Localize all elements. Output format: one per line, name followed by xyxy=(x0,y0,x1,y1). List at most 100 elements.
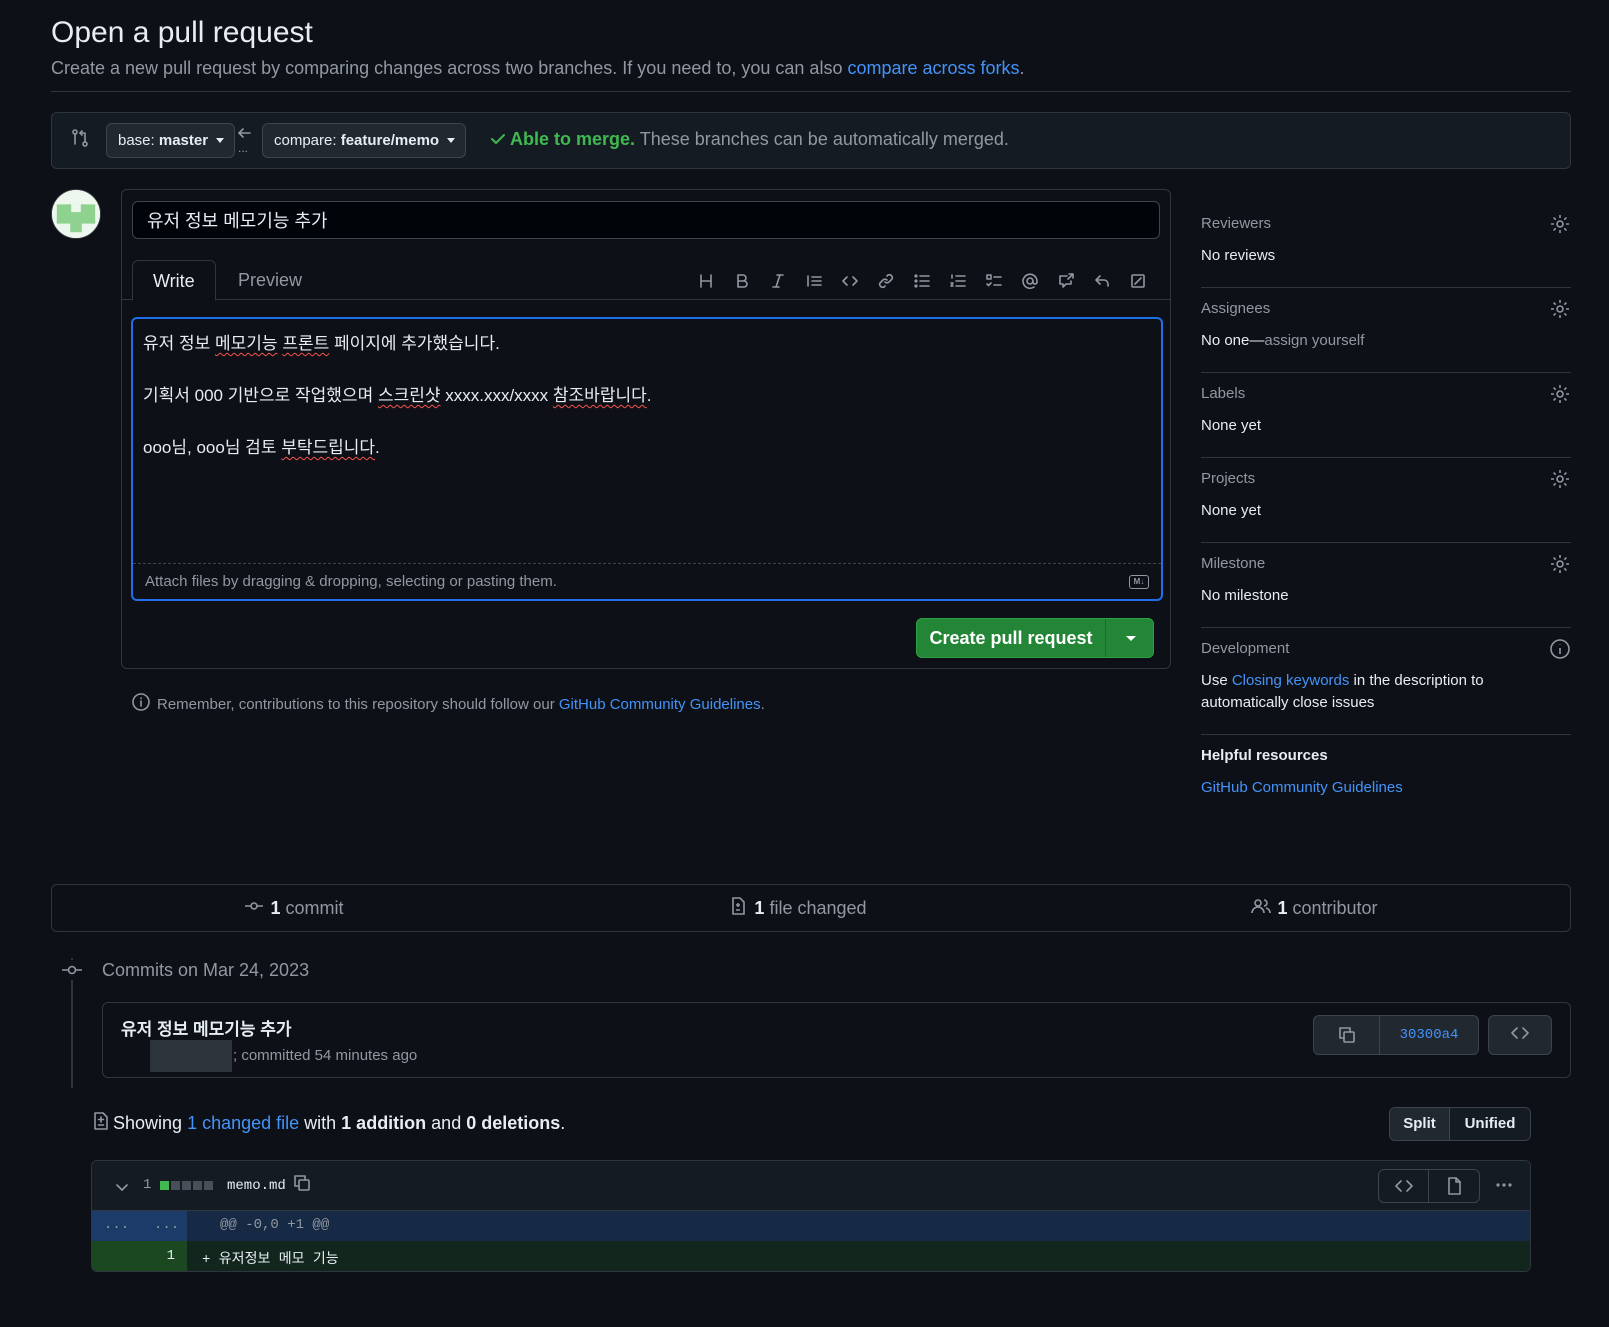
header-divider xyxy=(51,91,1571,92)
gear-icon[interactable] xyxy=(1549,213,1571,235)
reviewers-heading[interactable]: Reviewers xyxy=(1201,213,1571,235)
check-icon xyxy=(490,131,506,152)
chevron-down-icon[interactable] xyxy=(112,1177,132,1201)
development-text: Use xyxy=(1201,672,1232,689)
italic-icon[interactable] xyxy=(760,268,796,294)
contributors-stat[interactable]: 1 contributor xyxy=(1251,896,1378,921)
ordered-list-icon[interactable] xyxy=(940,268,976,294)
git-commit-icon xyxy=(244,896,264,921)
development-value: Use Closing keywords in the description … xyxy=(1201,670,1501,714)
link-icon[interactable] xyxy=(868,268,904,294)
copy-icon[interactable] xyxy=(1314,1016,1380,1054)
milestone-value: No milestone xyxy=(1201,587,1289,604)
compare-across-forks-link[interactable]: compare across forks xyxy=(847,58,1019,78)
deletions-count: 0 deletions xyxy=(466,1113,561,1133)
info-icon[interactable] xyxy=(1549,638,1571,660)
file-diff-icon xyxy=(728,896,748,921)
community-guidelines-link[interactable]: GitHub Community Guidelines xyxy=(559,696,761,713)
split-view-button[interactable]: Split xyxy=(1390,1108,1450,1140)
files-label: file changed xyxy=(764,897,867,918)
unified-view-button[interactable]: Unified xyxy=(1450,1108,1530,1140)
spellcheck-word: 메모기능 xyxy=(215,334,278,353)
changed-file-link[interactable]: 1 changed file xyxy=(187,1113,299,1133)
closing-keywords-link[interactable]: Closing keywords xyxy=(1232,672,1350,689)
avatar[interactable] xyxy=(51,189,101,239)
assignees-none: No one— xyxy=(1201,332,1265,349)
kebab-horizontal-icon[interactable] xyxy=(1494,1175,1514,1199)
commit-sha-link[interactable]: 30300a4 xyxy=(1380,1016,1478,1054)
heading-icon[interactable] xyxy=(688,268,724,294)
body-line: 기획서 000 기반으로 작업했으며 스크린샷 xxxx.xxx/xxxx 참조… xyxy=(143,383,1151,409)
body-line: ooo님, ooo님 검토 부탁드립니다. xyxy=(143,435,1151,461)
pr-stats-bar: 1 commit 1 file changed 1 contributor xyxy=(51,884,1571,932)
milestone-heading[interactable]: Milestone xyxy=(1201,553,1571,575)
gear-icon[interactable] xyxy=(1549,298,1571,320)
gear-icon[interactable] xyxy=(1549,383,1571,405)
browse-code-button[interactable] xyxy=(1488,1015,1552,1055)
commit-sha-group: 30300a4 xyxy=(1313,1015,1479,1055)
mention-icon[interactable] xyxy=(1012,268,1048,294)
pr-body-content[interactable]: 유저 정보 메모기능 프론트 페이지에 추가했습니다. 기획서 000 기반으로… xyxy=(133,319,1161,564)
base-branch-select[interactable]: base: master xyxy=(106,123,236,158)
create-pull-request-button[interactable]: Create pull request xyxy=(916,618,1154,658)
labels-heading[interactable]: Labels xyxy=(1201,383,1571,405)
contributors-count: 1 xyxy=(1277,897,1288,918)
diff-added-line: 1 + 유저정보 메모 기능 xyxy=(92,1241,1530,1271)
merge-status-ok: Able to merge. xyxy=(510,129,636,149)
assign-yourself-link[interactable]: assign yourself xyxy=(1264,332,1364,349)
gear-icon[interactable] xyxy=(1549,468,1571,490)
diff-view-toggle: Split Unified xyxy=(1389,1107,1531,1141)
commits-count: 1 xyxy=(270,897,281,918)
commits-label: commit xyxy=(280,897,344,918)
bold-icon[interactable] xyxy=(724,268,760,294)
chevron-down-icon xyxy=(447,138,456,143)
git-commit-icon xyxy=(60,960,84,980)
quote-icon[interactable] xyxy=(796,268,832,294)
file-icon[interactable] xyxy=(1429,1170,1479,1202)
unordered-list-icon[interactable] xyxy=(904,268,940,294)
compare-prefix: compare: xyxy=(274,132,341,149)
reply-icon[interactable] xyxy=(1084,268,1120,294)
pr-title-input[interactable] xyxy=(132,201,1160,239)
diff-file-actions xyxy=(1378,1169,1480,1203)
tab-write[interactable]: Write xyxy=(132,260,216,301)
body-text-run: 페이지에 추가했습니다. xyxy=(329,334,500,353)
create-options-dropdown[interactable] xyxy=(1105,619,1153,657)
fullscreen-icon[interactable] xyxy=(1120,268,1156,294)
hunk-expand-gutter[interactable]: ... ... xyxy=(92,1211,187,1241)
gear-icon[interactable] xyxy=(1549,553,1571,575)
tab-preview[interactable]: Preview xyxy=(218,260,322,301)
commit-title-link[interactable]: 유저 정보 메모기능 추가 xyxy=(121,1015,292,1040)
code-icon[interactable] xyxy=(1379,1170,1429,1202)
code-icon[interactable] xyxy=(832,268,868,294)
cross-reference-icon[interactable] xyxy=(1048,268,1084,294)
spellcheck-word: 스크린샷 xyxy=(377,386,441,405)
code-icon xyxy=(1510,1023,1530,1047)
hunk-header: @@ -0,0 +1 @@ xyxy=(220,1217,330,1233)
reviewers-value: No reviews xyxy=(1201,247,1276,264)
attach-files-hint[interactable]: Attach files by dragging & dropping, sel… xyxy=(145,573,557,590)
create-pull-request-label[interactable]: Create pull request xyxy=(917,619,1105,657)
hunk-left-ellipsis[interactable]: ... xyxy=(104,1217,129,1233)
helpful-guidelines-link[interactable]: GitHub Community Guidelines xyxy=(1201,779,1403,796)
git-compare-icon xyxy=(70,128,90,152)
copy-icon[interactable] xyxy=(292,1173,312,1197)
files-stat[interactable]: 1 file changed xyxy=(728,896,867,921)
pr-body-textarea[interactable]: 유저 정보 메모기능 프론트 페이지에 추가했습니다. 기획서 000 기반으로… xyxy=(131,317,1163,601)
line-number[interactable]: 1 xyxy=(167,1248,175,1264)
commit-item: 유저 정보 메모기능 추가 ; committed 54 minutes ago… xyxy=(102,1002,1571,1078)
hunk-right-ellipsis[interactable]: ... xyxy=(154,1217,179,1233)
diff-file-name[interactable]: memo.md xyxy=(227,1178,286,1194)
reminder-period: . xyxy=(760,695,765,713)
chevron-down-icon xyxy=(216,138,225,143)
contributors-label: contributor xyxy=(1287,897,1378,918)
task-list-icon[interactable] xyxy=(976,268,1012,294)
markdown-icon[interactable]: M↓ xyxy=(1129,575,1149,589)
compare-branch-select[interactable]: compare: feature/memo xyxy=(262,123,467,158)
assignees-heading[interactable]: Assignees xyxy=(1201,298,1571,320)
projects-heading[interactable]: Projects xyxy=(1201,468,1571,490)
spellcheck-word: 부탁드립니다 xyxy=(281,438,376,457)
commits-stat[interactable]: 1 commit xyxy=(244,896,343,921)
diffstat-neutral-block xyxy=(182,1181,191,1190)
body-text-run: . xyxy=(375,438,380,457)
